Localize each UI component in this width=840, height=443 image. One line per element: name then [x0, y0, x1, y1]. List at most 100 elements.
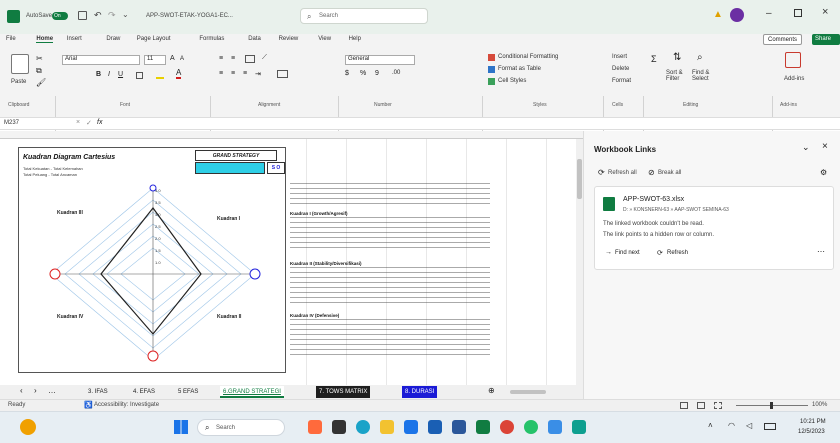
app-icon-edge[interactable]	[356, 420, 370, 434]
cond-format-icon[interactable]	[488, 54, 495, 61]
align-top-icon[interactable]: ≡	[219, 55, 223, 62]
cell-styles-icon[interactable]	[488, 78, 495, 85]
align-middle-icon[interactable]: ≡	[231, 55, 235, 62]
sheet-tab-grand-strategi[interactable]: 6.GRAND STRATEGI	[220, 386, 284, 398]
app-icon-blue[interactable]	[548, 420, 562, 434]
windows-start-icon[interactable]	[174, 420, 188, 434]
save-icon[interactable]	[78, 11, 87, 20]
sort-filter-icon[interactable]: ⇅	[673, 52, 681, 63]
comma-icon[interactable]: 9	[375, 70, 379, 77]
font-color-icon[interactable]: A	[176, 68, 182, 79]
accessibility-status[interactable]: Accessibility: Investigate	[94, 402, 159, 408]
comments-button[interactable]: Comments	[763, 34, 803, 45]
fx-icon[interactable]: fx	[97, 119, 102, 126]
scroll-thumb[interactable]	[577, 159, 582, 199]
menu-formulas[interactable]: Formulas	[199, 36, 224, 42]
currency-icon[interactable]: $	[345, 70, 349, 77]
menu-view[interactable]: View	[318, 36, 331, 42]
find-select-button[interactable]: Find & Select	[692, 70, 718, 82]
menu-home[interactable]: Home	[36, 36, 54, 43]
clock-date[interactable]: 12/5/2023	[798, 429, 825, 435]
tab-scroll-right-icon[interactable]: ›	[34, 386, 37, 395]
page-layout-icon[interactable]	[697, 402, 705, 409]
close-icon[interactable]: ×	[822, 6, 828, 18]
menu-page-layout[interactable]: Page Layout	[137, 36, 171, 42]
border-icon[interactable]	[136, 72, 143, 79]
app-icon-taskview[interactable]	[332, 420, 346, 434]
zoom-thumb[interactable]	[770, 402, 773, 409]
break-icon[interactable]: ⊘	[648, 168, 655, 177]
break-all-button[interactable]: Break all	[658, 170, 681, 176]
menu-review[interactable]: Review	[279, 36, 299, 42]
maximize-icon[interactable]	[794, 9, 802, 17]
orientation-icon[interactable]: ⟋	[262, 54, 267, 62]
refresh-icon[interactable]: ⟳	[598, 168, 605, 177]
fill-color-icon[interactable]	[156, 70, 164, 79]
customize-icon[interactable]: ⌄	[122, 10, 129, 19]
refresh-one-icon[interactable]: ⟳	[657, 249, 663, 257]
app-icon-excel[interactable]	[476, 420, 490, 434]
card-more-icon[interactable]: ⋯	[817, 247, 825, 256]
weather-icon[interactable]	[20, 419, 36, 435]
avatar[interactable]	[730, 8, 744, 22]
align-right-icon[interactable]: ≡	[243, 70, 247, 77]
bold-icon[interactable]: B	[96, 71, 101, 78]
grow-font-icon[interactable]: A	[170, 55, 175, 62]
cancel-icon[interactable]: ×	[76, 119, 80, 126]
autosave-toggle[interactable]: On	[52, 12, 68, 20]
formula-input[interactable]	[110, 119, 580, 129]
normal-view-icon[interactable]	[680, 402, 688, 409]
page-break-icon[interactable]	[714, 402, 722, 409]
app-icon-teal[interactable]	[572, 420, 586, 434]
copy-icon[interactable]: ⧉	[36, 66, 42, 76]
number-format-box[interactable]: General	[345, 55, 415, 65]
cut-icon[interactable]: ✂	[36, 54, 43, 63]
worksheet-grid[interactable]: Kuadran Diagram Cartesius Total Kekuatan…	[0, 131, 583, 385]
shrink-font-icon[interactable]: A	[180, 56, 184, 62]
find-select-icon[interactable]: ⌕	[697, 52, 703, 63]
volume-icon[interactable]: ◁	[746, 421, 752, 430]
format-table-icon[interactable]	[488, 66, 495, 73]
menu-data[interactable]: Data	[248, 36, 261, 42]
add-sheet-icon[interactable]: ⊕	[488, 386, 495, 395]
name-box[interactable]: M237	[4, 120, 19, 126]
app-icon-word[interactable]	[452, 420, 466, 434]
decimal-icon[interactable]: .00	[392, 70, 400, 76]
format-button[interactable]: Format	[612, 78, 631, 84]
sheet-tab-efas-5[interactable]: 5 EFAS	[175, 386, 201, 398]
sheet-tab-tows-matrix[interactable]: 7. TOWS MATRIX	[316, 386, 371, 398]
redo-icon[interactable]: ↷	[108, 10, 116, 21]
app-icon-chrome[interactable]	[500, 420, 514, 434]
sort-filter-button[interactable]: Sort & Filter	[666, 70, 690, 82]
add-ins-icon[interactable]	[785, 52, 801, 68]
app-icon-mail[interactable]	[428, 420, 442, 434]
cond-format-button[interactable]: Conditional Formatting	[498, 54, 558, 60]
zoom-level[interactable]: 100%	[812, 402, 827, 408]
cell-styles-button[interactable]: Cell Styles	[498, 78, 526, 84]
delete-button[interactable]: Delete	[612, 66, 629, 72]
font-name-box[interactable]: Arial	[62, 55, 140, 65]
sheet-tab-ifas[interactable]: 3. IFAS	[85, 386, 111, 398]
horizontal-scrollbar[interactable]	[510, 390, 546, 394]
refresh-all-button[interactable]: Refresh all	[608, 170, 637, 176]
tab-scroll-left-icon[interactable]: ‹	[20, 386, 23, 395]
tab-more-icon[interactable]: …	[48, 386, 56, 395]
vertical-scrollbar[interactable]	[576, 139, 583, 385]
percent-icon[interactable]: %	[360, 70, 366, 77]
clock-time[interactable]: 10:21 PM	[800, 419, 826, 425]
align-center-icon[interactable]: ≡	[231, 70, 235, 77]
align-left-icon[interactable]: ≡	[219, 70, 223, 77]
tray-chevron-icon[interactable]: ˄	[708, 421, 713, 430]
format-painter-icon[interactable]: 🖌	[36, 78, 46, 87]
add-ins-button[interactable]: Add-ins	[784, 76, 804, 82]
font-size-box[interactable]: 11	[144, 55, 166, 65]
accessibility-icon[interactable]: ♿	[84, 401, 93, 409]
undo-icon[interactable]: ↶	[94, 10, 102, 21]
italic-icon[interactable]: I	[108, 71, 110, 78]
search-box[interactable]: ⌕ Search	[300, 8, 428, 24]
autosum-icon[interactable]: Σ	[651, 54, 657, 64]
menu-file[interactable]: File	[6, 36, 16, 42]
sheet-tab-efas-4[interactable]: 4. EFAS	[130, 386, 158, 398]
refresh-one-button[interactable]: Refresh	[667, 250, 688, 256]
wrap-text-icon[interactable]	[245, 55, 255, 63]
